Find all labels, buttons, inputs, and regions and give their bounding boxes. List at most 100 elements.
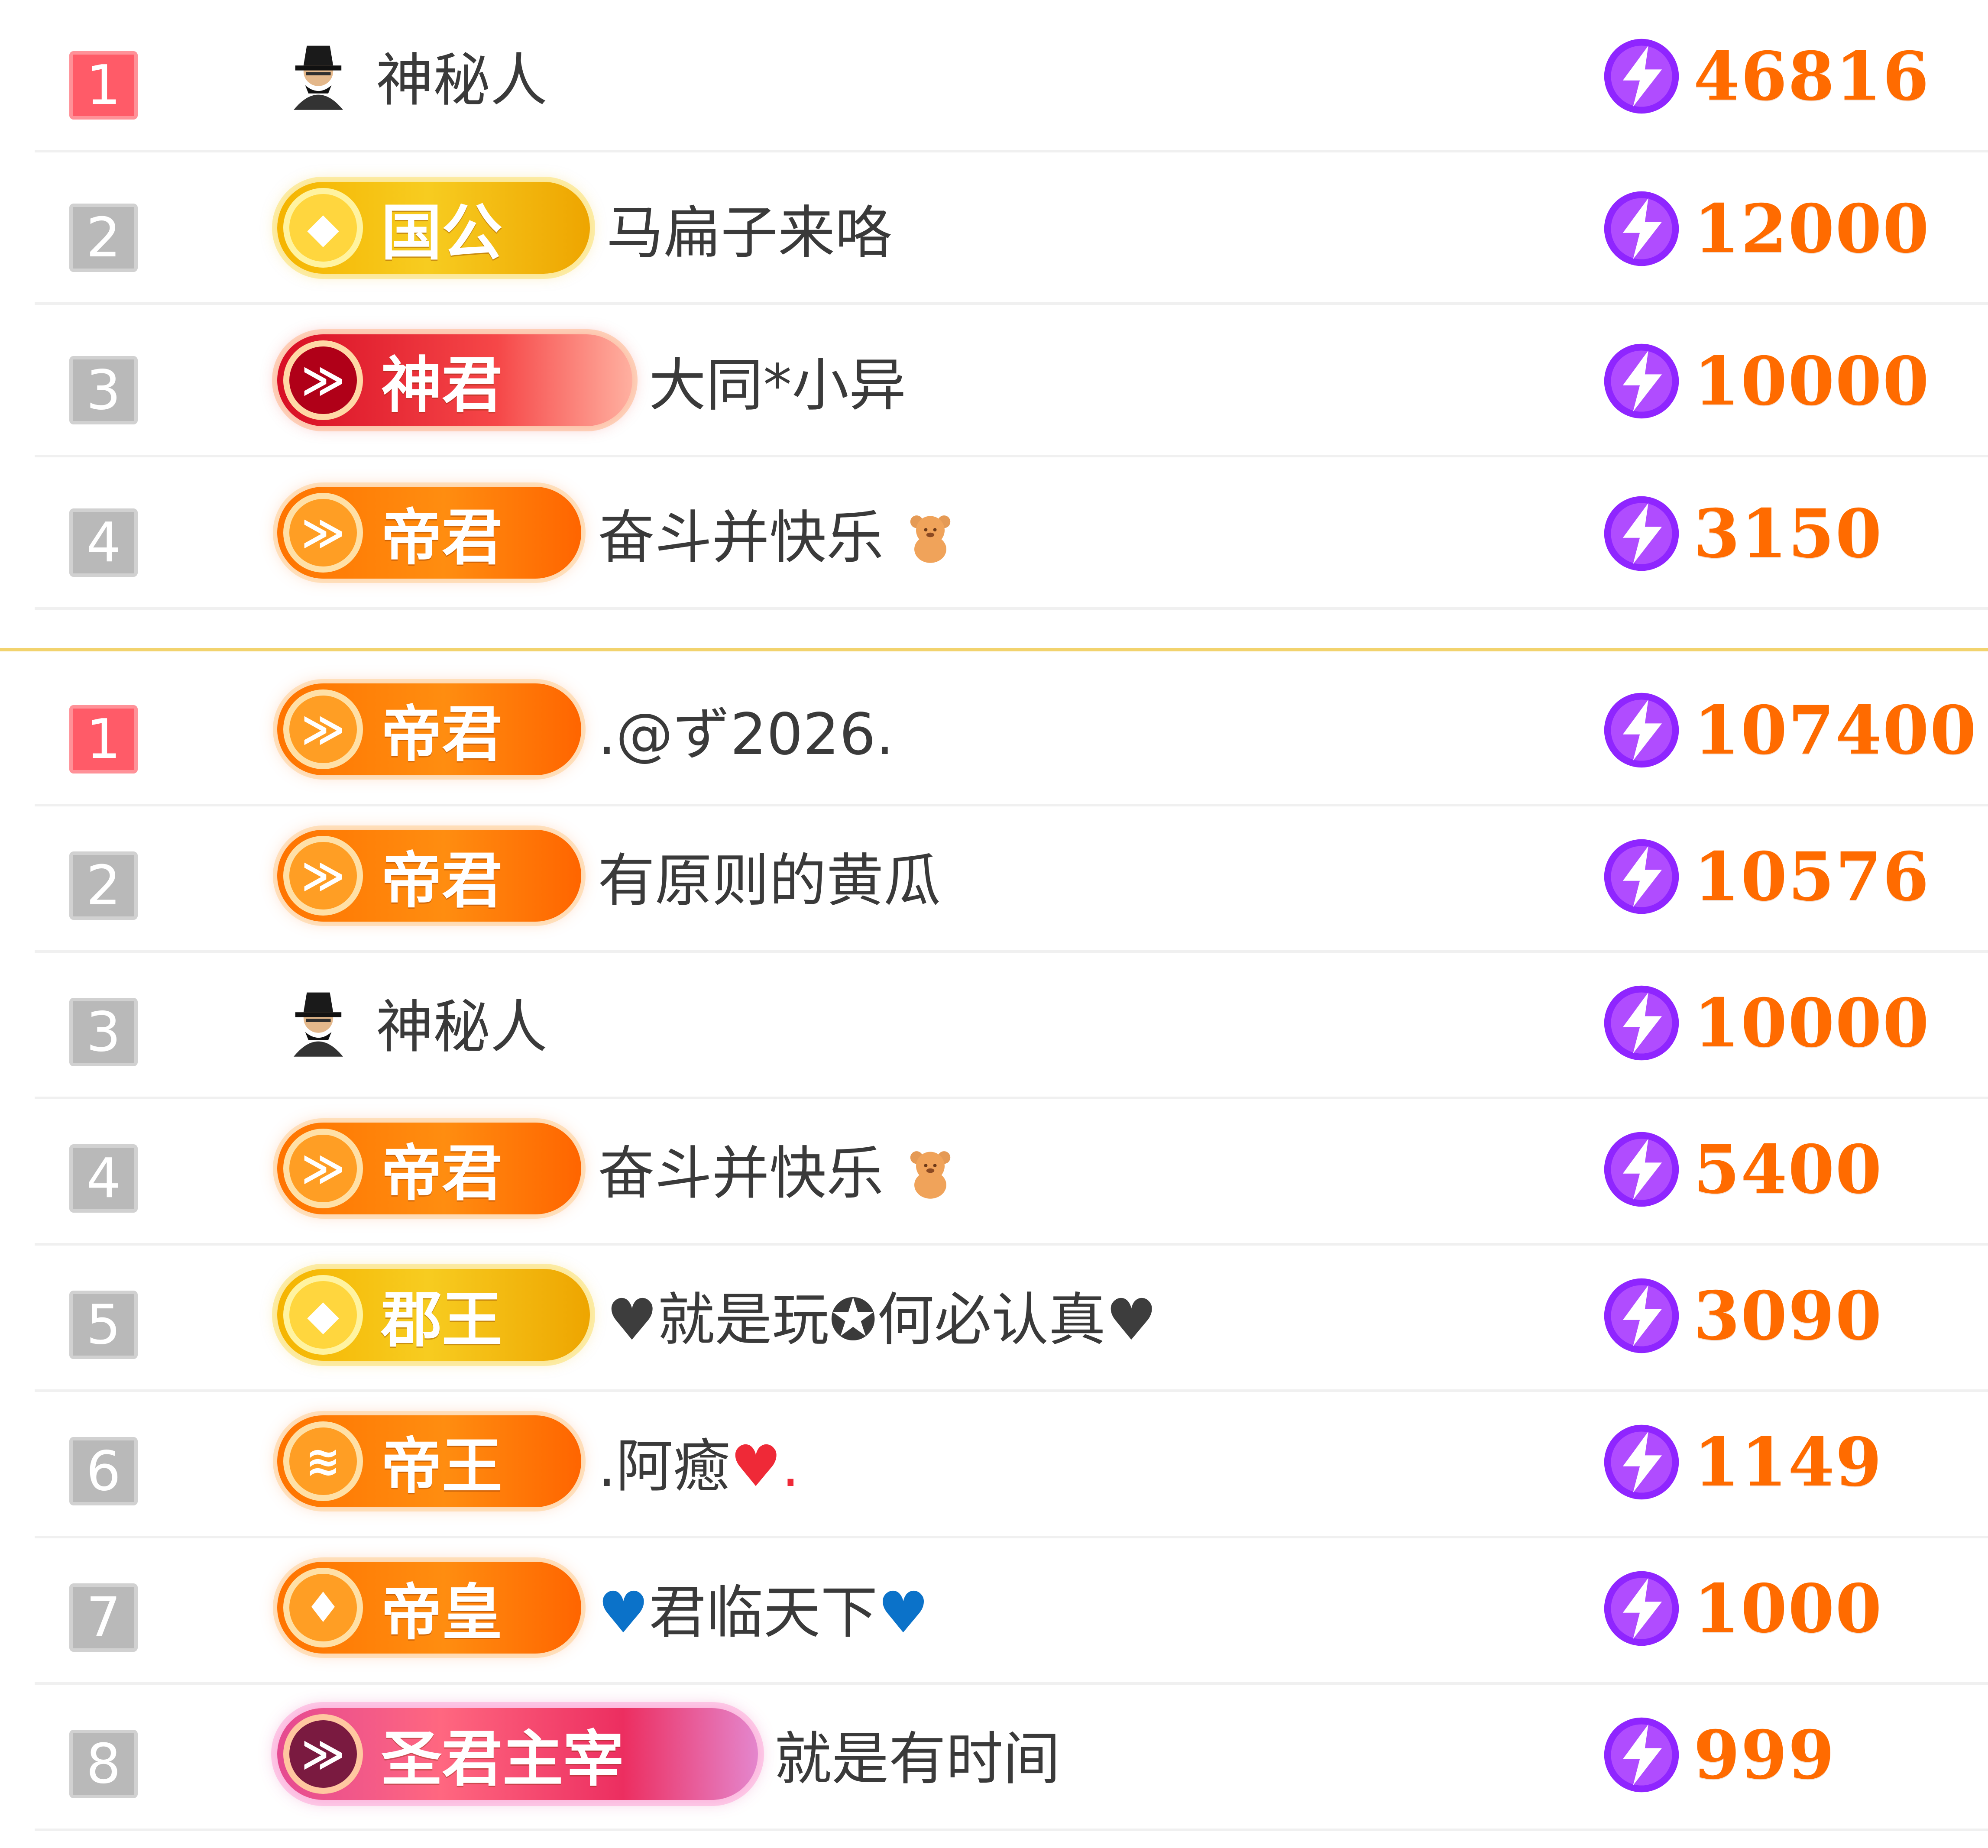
lightning-icon bbox=[1604, 985, 1679, 1061]
leaderboard-row[interactable]: 3 神秘人 10000 bbox=[35, 947, 1988, 1099]
badge-emblem-icon: ≋ bbox=[283, 1421, 363, 1501]
rank-badge: 3 bbox=[69, 998, 138, 1066]
rank-badge: 3 bbox=[69, 356, 138, 424]
user-info: ≋ 帝王 .阿癒♥. bbox=[277, 1414, 800, 1509]
score-group: 1000 bbox=[1599, 1563, 1883, 1654]
leaderboard-row[interactable]: 2 ≫ 帝君 有原则的黄瓜 10576 bbox=[35, 800, 1988, 953]
score-value: 46816 bbox=[1693, 37, 1930, 116]
badge-label: 圣君主宰 bbox=[381, 1724, 624, 1795]
leaderboard-row[interactable]: 1 ≫ 帝君 .@ず2026. 107400 bbox=[35, 654, 1988, 806]
rank-badge: 1 bbox=[69, 705, 138, 774]
score-value: 12000 bbox=[1693, 189, 1930, 268]
leaderboard-row[interactable]: 4 ≫ 帝君 奋斗并快乐 bbox=[35, 457, 1988, 610]
score-group: 10000 bbox=[1599, 335, 1930, 427]
score-value: 10000 bbox=[1693, 984, 1930, 1062]
rank-badge: 2 bbox=[69, 204, 138, 272]
vip-badge: ≫ 帝君 bbox=[277, 683, 581, 775]
name-prefix-heart-icon: ♥ bbox=[598, 1579, 649, 1646]
badge-emblem-icon: ≫ bbox=[283, 1129, 363, 1208]
badge-label: 帝君 bbox=[381, 699, 503, 770]
mystery-user-icon bbox=[294, 992, 343, 1057]
score-group: 46816 bbox=[1599, 30, 1930, 122]
name-prefix-heart-icon: ♥ bbox=[606, 1286, 658, 1353]
lightning-icon bbox=[1604, 39, 1679, 114]
lightning-icon bbox=[1604, 693, 1679, 768]
vip-badge: ♦ 帝皇 bbox=[277, 1562, 581, 1654]
vip-badge: ≫ 帝君 bbox=[277, 1123, 581, 1214]
leaderboard-row[interactable]: 3 ≫ 神君 大同*小异 10000 bbox=[35, 305, 1988, 457]
user-info: ≫ 帝君 .@ず2026. bbox=[277, 682, 894, 777]
user-name-text: 奋斗并快乐 bbox=[598, 504, 884, 571]
badge-label: 帝君 bbox=[381, 846, 503, 916]
vip-badge: ≋ 帝王 bbox=[277, 1415, 581, 1507]
user-info: ≫ 圣君主宰 就是有时间 bbox=[277, 1706, 1060, 1802]
leaderboard-row[interactable]: 6 ≋ 帝王 .阿癒♥. 1149 bbox=[35, 1386, 1988, 1538]
user-name-text: 奋斗并快乐 bbox=[598, 1140, 884, 1207]
score-value: 999 bbox=[1693, 1715, 1836, 1794]
score-value: 107400 bbox=[1693, 691, 1977, 770]
vip-badge: ≫ 帝君 bbox=[277, 830, 581, 922]
score-group: 1149 bbox=[1599, 1416, 1883, 1508]
lightning-icon bbox=[1604, 1278, 1679, 1353]
badge-emblem-icon: ◆ bbox=[283, 1275, 363, 1355]
score-group: 5400 bbox=[1599, 1123, 1883, 1215]
user-name: 就是有时间 bbox=[774, 1725, 1060, 1793]
score-group: 10000 bbox=[1599, 977, 1930, 1069]
score-value: 5400 bbox=[1693, 1130, 1883, 1209]
score-group: 999 bbox=[1599, 1709, 1835, 1801]
lightning-icon bbox=[1604, 1717, 1679, 1793]
section-divider bbox=[0, 648, 1988, 651]
leaderboard-row[interactable]: 2 ◆ 国公 马扁子来咯 12000 bbox=[35, 152, 1988, 305]
name-suffix-heart-icon: ♥ bbox=[877, 1579, 929, 1646]
leaderboard-row[interactable]: 1 神秘人 46816 bbox=[35, 0, 1988, 152]
score-group: 3150 bbox=[1599, 488, 1883, 579]
badge-emblem-icon: ≫ bbox=[283, 836, 363, 916]
badge-label: 国公 bbox=[381, 198, 503, 269]
lightning-icon bbox=[1604, 496, 1679, 571]
user-info: ≫ 神君 大同*小异 bbox=[277, 333, 906, 428]
score-value: 10000 bbox=[1693, 342, 1930, 421]
score-group: 3090 bbox=[1599, 1270, 1883, 1362]
bear-icon bbox=[910, 1151, 951, 1199]
lightning-icon bbox=[1604, 191, 1679, 266]
badge-emblem-icon: ≫ bbox=[283, 493, 363, 573]
rank-badge: 6 bbox=[69, 1437, 138, 1505]
score-group: 107400 bbox=[1599, 684, 1977, 776]
rank-badge: 2 bbox=[69, 851, 138, 920]
leaderboard-row[interactable]: 5 ◆ 郡王 ♥就是玩✪何必认真♥ 3090 bbox=[35, 1240, 1988, 1392]
badge-label: 帝君 bbox=[381, 503, 503, 573]
badge-label: 郡王 bbox=[381, 1285, 503, 1356]
user-info: ◆ 郡王 ♥就是玩✪何必认真♥ bbox=[277, 1267, 1157, 1363]
user-name: ♥君临天下♥ bbox=[598, 1566, 929, 1649]
score-group: 10576 bbox=[1599, 831, 1930, 922]
vip-badge: ≫ 圣君主宰 bbox=[277, 1708, 758, 1800]
user-info: ≫ 帝君 奋斗并快乐 bbox=[277, 1121, 959, 1216]
rank-badge: 7 bbox=[69, 1583, 138, 1652]
score-value: 1149 bbox=[1693, 1423, 1883, 1502]
badge-label: 帝君 bbox=[381, 1139, 503, 1209]
user-name: 奋斗并快乐 bbox=[598, 492, 959, 574]
score-value: 10576 bbox=[1693, 837, 1930, 916]
user-name: .阿癒♥. bbox=[598, 1420, 800, 1503]
lightning-icon bbox=[1604, 1132, 1679, 1207]
badge-emblem-icon: ◆ bbox=[283, 188, 363, 268]
mystery-user-icon bbox=[294, 45, 343, 110]
badge-emblem-icon: ≫ bbox=[283, 689, 363, 769]
vip-badge: ≫ 神君 bbox=[277, 334, 632, 426]
leaderboard-row[interactable]: 8 ≫ 圣君主宰 就是有时间 999 bbox=[35, 1679, 1988, 1831]
user-info: 神秘人 bbox=[277, 974, 547, 1070]
score-value: 3150 bbox=[1693, 494, 1883, 573]
user-info: 神秘人 bbox=[277, 28, 547, 123]
leaderboard-row[interactable]: 7 ♦ 帝皇 ♥君临天下♥ 1000 bbox=[35, 1532, 1988, 1685]
user-name: ♥就是玩✪何必认真♥ bbox=[606, 1274, 1157, 1356]
score-value: 1000 bbox=[1693, 1569, 1883, 1648]
name-suffix-heart-icon: ♥. bbox=[730, 1433, 800, 1500]
badge-label: 帝皇 bbox=[381, 1578, 503, 1648]
vip-badge: ◆ 国公 bbox=[277, 182, 590, 274]
user-info: ≫ 帝君 奋斗并快乐 bbox=[277, 485, 959, 580]
badge-label: 神君 bbox=[381, 350, 503, 421]
user-name: 神秘人 bbox=[376, 47, 547, 114]
user-name: 奋斗并快乐 bbox=[598, 1127, 959, 1210]
badge-emblem-icon: ≫ bbox=[283, 1714, 363, 1794]
leaderboard-row[interactable]: 4 ≫ 帝君 奋斗并快乐 bbox=[35, 1093, 1988, 1246]
